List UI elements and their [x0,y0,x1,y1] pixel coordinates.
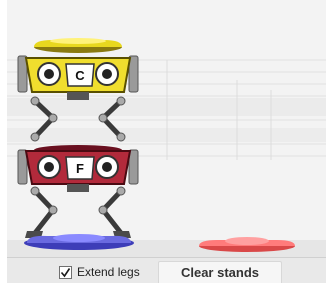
clear-stands-button[interactable]: Clear stands [158,261,282,283]
robot-stack: C F [17,38,295,252]
lower-legs [32,188,124,236]
upper-legs [32,98,124,140]
bottom-stand-note: F [76,161,84,176]
extend-legs-label: Extend legs [77,265,140,279]
bottom-stand[interactable]: F [17,145,139,192]
left-base [24,234,134,250]
control-bar: Extend legs Clear stands [7,257,326,283]
top-stand[interactable]: C [17,38,139,100]
right-base [199,237,295,252]
top-stand-note: C [75,68,85,83]
stage-area: C F [7,0,326,257]
extend-legs-checkbox[interactable] [59,266,72,279]
checkmark-icon [60,268,71,278]
